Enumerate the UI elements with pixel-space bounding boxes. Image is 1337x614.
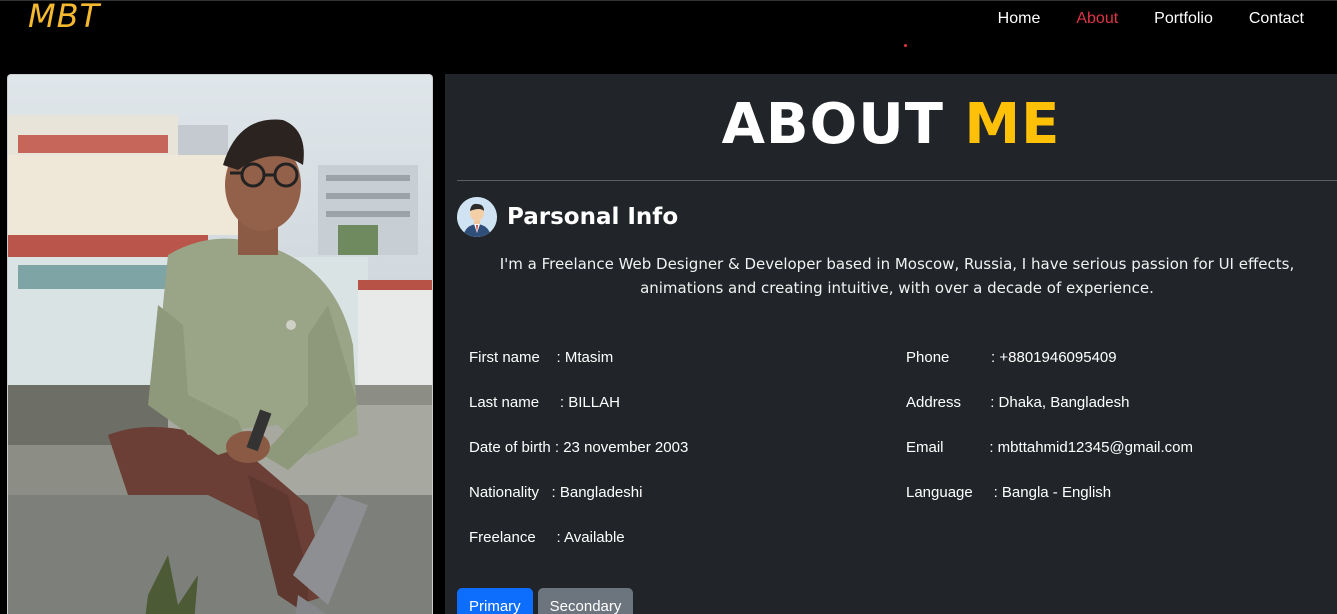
profile-photo-illustration: [8, 75, 432, 614]
about-title-highlight: ME: [964, 92, 1061, 157]
info-first-name: First name : Mtasim: [469, 349, 614, 366]
decorative-dot: [904, 44, 907, 47]
info-last-name: Last name : BILLAH: [469, 394, 620, 411]
info-column-right: Phone : +8801946095409 Address : Dhaka, …: [906, 348, 1193, 528]
info-nationality: Nationality : Bangladeshi: [469, 484, 643, 501]
bio-text: I'm a Freelance Web Designer & Developer…: [499, 255, 1295, 297]
main-nav: Home About Portfolio Contact: [980, 10, 1304, 28]
about-title: ABOUT ME: [445, 92, 1337, 157]
personal-info-heading: Parsonal Info: [457, 197, 678, 237]
primary-button[interactable]: Primary: [457, 588, 533, 614]
info-email: Email : mbttahmid12345@gmail.com: [906, 439, 1193, 456]
navbar: MBT Home About Portfolio Contact: [0, 0, 1337, 74]
nav-home[interactable]: Home: [980, 10, 1059, 28]
profile-photo: [7, 74, 433, 614]
button-group: Primary Secondary: [457, 588, 634, 614]
title-divider: [457, 180, 1337, 181]
info-language: Language : Bangla - English: [906, 484, 1112, 501]
info-column-left: First name : Mtasim Last name : BILLAH D…: [469, 348, 688, 573]
brand-logo[interactable]: MBT: [28, 0, 100, 35]
nav-about[interactable]: About: [1058, 10, 1136, 28]
secondary-button[interactable]: Secondary: [537, 588, 634, 614]
info-freelance: Freelance : Available: [469, 529, 625, 546]
section-title: Parsonal Info: [507, 204, 679, 230]
info-address: Address : Dhaka, Bangladesh: [906, 394, 1130, 411]
businessman-avatar-icon: [457, 197, 497, 237]
info-date-of-birth: Date of birth : 23 november 2003: [469, 439, 689, 456]
nav-contact[interactable]: Contact: [1231, 10, 1304, 28]
info-phone: Phone : +8801946095409: [906, 349, 1117, 366]
nav-portfolio[interactable]: Portfolio: [1136, 10, 1231, 28]
about-title-main: ABOUT: [721, 92, 944, 157]
about-section: ABOUT ME Parsonal Info I'm a Freelance W…: [445, 74, 1337, 614]
